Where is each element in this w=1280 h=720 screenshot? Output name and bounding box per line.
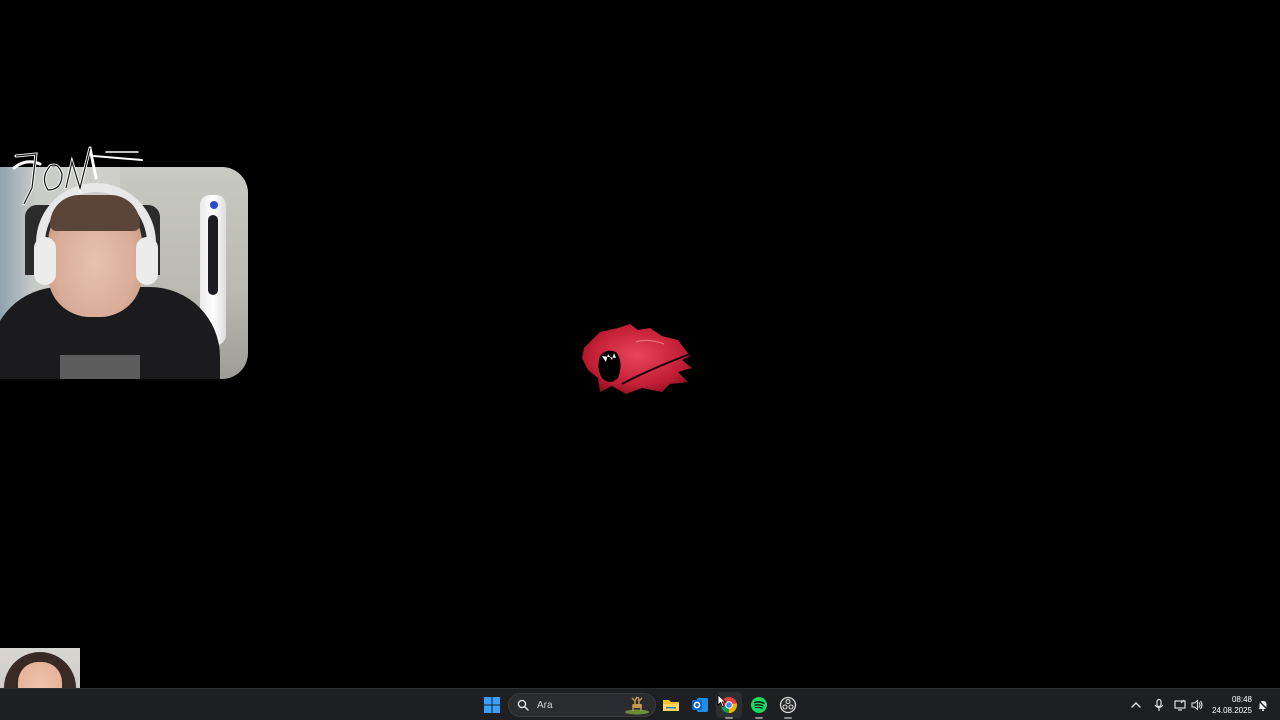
spotify-icon [751, 697, 767, 713]
network-icon[interactable] [1173, 698, 1187, 712]
outlook-icon [692, 698, 708, 712]
obs-button[interactable] [775, 692, 801, 719]
file-explorer-button[interactable] [658, 692, 684, 718]
folder-icon [663, 700, 679, 711]
taskbar: Ara 08:48 24.08.2025 [0, 688, 1280, 720]
taskbar-search-box[interactable]: Ara [508, 693, 656, 717]
volume-icon[interactable] [1190, 698, 1204, 712]
search-placeholder: Ara [537, 699, 553, 711]
mouse-cursor-icon [717, 694, 727, 708]
windows-icon [484, 697, 500, 713]
start-button[interactable] [479, 692, 505, 718]
outlook-button[interactable] [687, 692, 713, 718]
spotify-button[interactable] [746, 692, 772, 719]
search-highlight-deer-icon [625, 696, 649, 715]
panther-logo-icon [582, 324, 692, 394]
microphone-icon[interactable] [1152, 698, 1166, 712]
obs-icon [779, 696, 797, 714]
clock-date: 24.08.2025 [1211, 706, 1252, 715]
show-hidden-icons-chevron-icon[interactable] [1129, 698, 1143, 712]
clock-time: 08:48 [1231, 695, 1252, 704]
taskbar-clock[interactable]: 08:48 24.08.2025 [1206, 694, 1252, 718]
signature-logo-icon [12, 146, 143, 206]
notification-bell-icon[interactable] [1256, 698, 1270, 712]
desktop [0, 0, 1280, 720]
search-icon [517, 699, 529, 711]
